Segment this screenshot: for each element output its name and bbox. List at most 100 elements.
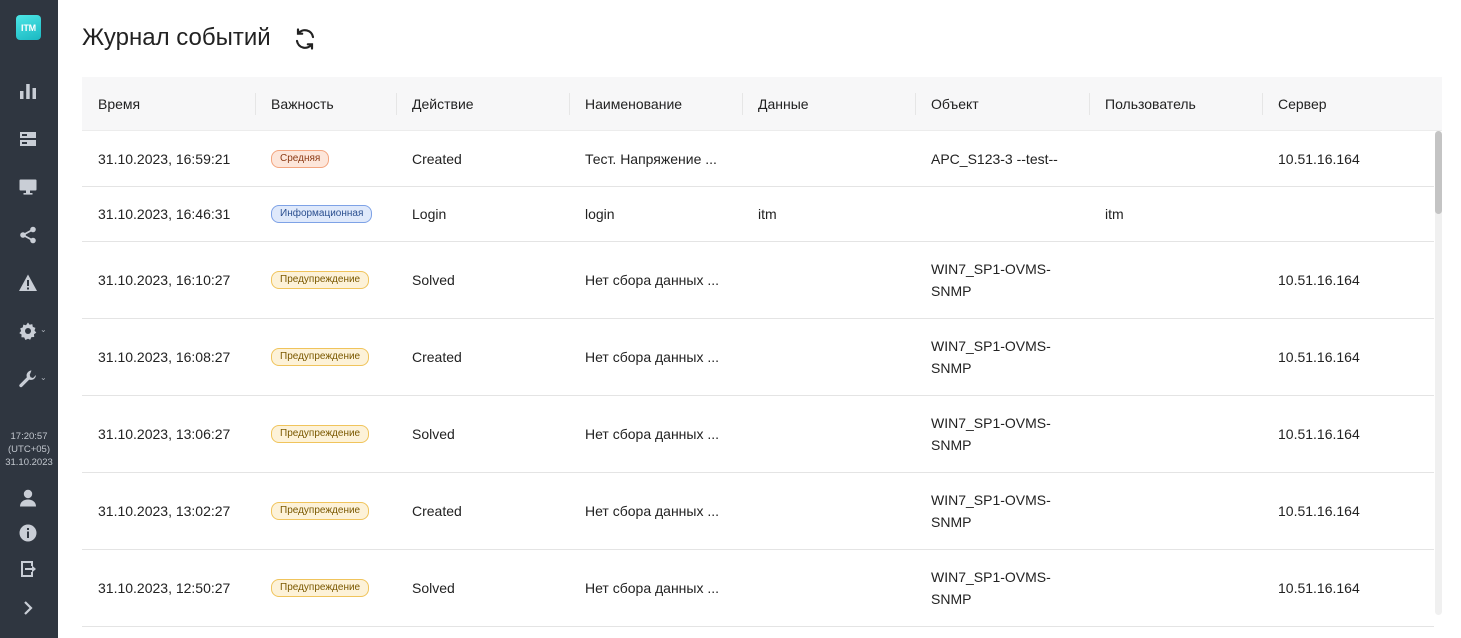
cell-server: 10.51.16.164 (1262, 473, 1434, 549)
scrollbar-thumb[interactable] (1435, 131, 1442, 214)
cell-name-text: Нет сбора данных ... (585, 272, 720, 288)
gear-caret-icon: ⌄ (40, 325, 47, 334)
cell-severity: Предупреждение (255, 550, 396, 626)
cell-action: Created (396, 473, 569, 549)
clock-timezone: (UTC+05) (8, 444, 50, 455)
cell-action-text: Created (412, 151, 462, 167)
cell-time-text: 31.10.2023, 13:02:27 (98, 503, 231, 519)
column-header-server[interactable]: Сервер (1262, 77, 1434, 131)
cell-name: Нет сбора данных ... (569, 319, 742, 395)
cell-data (742, 132, 915, 186)
cell-action-text: Created (412, 349, 462, 365)
column-header-severity[interactable]: Важность (255, 77, 396, 131)
warning-icon[interactable] (17, 272, 39, 294)
table-row[interactable]: 31.10.2023, 16:10:27 Предупреждение Solved… (82, 242, 1434, 319)
table-row[interactable]: 31.10.2023, 13:02:27 Предупреждение Create… (82, 473, 1434, 550)
app-logo[interactable]: ITM (16, 15, 41, 40)
cell-name: Нет сбора данных ... (569, 473, 742, 549)
table-row[interactable]: 31.10.2023, 16:46:31 Информационная Login l… (82, 187, 1434, 242)
cell-name: Нет сбора данных ... (569, 242, 742, 318)
cell-severity: Предупреждение (255, 242, 396, 318)
table-row[interactable]: 31.10.2023, 16:59:21 Средняя Created Тест. … (82, 132, 1434, 187)
wrench-icon[interactable] (17, 368, 39, 390)
cell-data (742, 319, 915, 395)
object-line-1: WIN7_SP1-OVMS- (931, 569, 1051, 585)
clock: 17:20:57 (UTC+05) 31.10.2023 (0, 430, 58, 469)
object-line-2: SNMP (931, 514, 972, 530)
object-line-1: WIN7_SP1-OVMS- (931, 415, 1051, 431)
cell-action: Login (396, 187, 569, 241)
cell-action-text: Solved (412, 426, 455, 442)
cell-server (1262, 187, 1434, 241)
object-line-2: SNMP (931, 437, 972, 453)
cell-server-text: 10.51.16.164 (1278, 580, 1360, 596)
cell-data (742, 473, 915, 549)
cell-user (1089, 319, 1262, 395)
cell-time: 31.10.2023, 16:59:21 (82, 132, 255, 186)
object-line-1: WIN7_SP1-OVMS- (931, 261, 1051, 277)
severity-badge: Предупреждение (271, 271, 370, 289)
share-icon[interactable] (17, 224, 39, 246)
column-header-time[interactable]: Время (82, 77, 255, 131)
expand-chevron-icon[interactable] (17, 597, 39, 619)
table-row[interactable]: 31.10.2023, 12:50:27 Предупреждение Solved… (82, 550, 1434, 627)
clock-time: 17:20:57 (10, 431, 48, 442)
cell-severity: Информационная (255, 187, 396, 241)
object-line-1: APC_S123-3 --test-- (931, 151, 1058, 167)
cell-user (1089, 242, 1262, 318)
cell-object: WIN7_SP1-OVMS- SNMP (915, 319, 1089, 395)
cell-severity: Предупреждение (255, 473, 396, 549)
cell-server-text: 10.51.16.164 (1278, 349, 1360, 365)
cell-action-text: Solved (412, 580, 455, 596)
logout-icon[interactable] (17, 558, 39, 580)
object-text: WIN7_SP1-OVMS- SNMP (931, 258, 1051, 302)
cell-time-text: 31.10.2023, 16:10:27 (98, 272, 231, 288)
column-header-user[interactable]: Пользователь (1089, 77, 1262, 131)
column-header-data[interactable]: Данные (742, 77, 915, 131)
cell-data (742, 242, 915, 318)
table-scrollbar[interactable] (1435, 131, 1442, 615)
table-row[interactable]: 31.10.2023, 13:06:27 Предупреждение Solved… (82, 396, 1434, 473)
object-text: WIN7_SP1-OVMS- SNMP (931, 412, 1051, 456)
monitor-icon[interactable] (17, 176, 39, 198)
cell-user-text: itm (1105, 206, 1124, 222)
cell-server: 10.51.16.164 (1262, 550, 1434, 626)
object-text: WIN7_SP1-OVMS- SNMP (931, 489, 1051, 533)
table-row[interactable]: 31.10.2023, 16:08:27 Предупреждение Create… (82, 319, 1434, 396)
gear-icon[interactable] (17, 320, 39, 342)
user-icon[interactable] (17, 487, 39, 509)
column-header-name[interactable]: Наименование (569, 77, 742, 131)
column-header-action[interactable]: Действие (396, 77, 569, 131)
object-line-2: SNMP (931, 283, 972, 299)
server-icon[interactable] (17, 128, 39, 150)
cell-name-text: Нет сбора данных ... (585, 349, 720, 365)
bar-chart-icon[interactable] (17, 80, 39, 102)
cell-user (1089, 132, 1262, 186)
cell-server: 10.51.16.164 (1262, 132, 1434, 186)
object-text: WIN7_SP1-OVMS- SNMP (931, 566, 1051, 610)
cell-action-text: Solved (412, 272, 455, 288)
cell-object: WIN7_SP1-OVMS- SNMP (915, 396, 1089, 472)
cell-server-text: 10.51.16.164 (1278, 503, 1360, 519)
cell-object: WIN7_SP1-OVMS- SNMP (915, 550, 1089, 626)
cell-time-text: 31.10.2023, 13:06:27 (98, 426, 231, 442)
cell-name: Нет сбора данных ... (569, 550, 742, 626)
cell-object: WIN7_SP1-OVMS- SNMP (915, 242, 1089, 318)
cell-action: Solved (396, 242, 569, 318)
severity-badge: Информационная (271, 205, 373, 223)
column-header-object[interactable]: Объект (915, 77, 1089, 131)
object-text: APC_S123-3 --test-- (931, 148, 1058, 170)
object-line-1: WIN7_SP1-OVMS- (931, 338, 1051, 354)
severity-badge: Предупреждение (271, 425, 370, 443)
cell-action: Created (396, 132, 569, 186)
object-line-2: SNMP (931, 591, 972, 607)
cell-severity: Средняя (255, 132, 396, 186)
cell-name-text: Тест. Напряжение ... (585, 151, 717, 167)
cell-data (742, 550, 915, 626)
cell-user: itm (1089, 187, 1262, 241)
severity-badge: Предупреждение (271, 348, 370, 366)
info-icon[interactable] (17, 522, 39, 544)
refresh-icon[interactable] (292, 26, 318, 52)
cell-action: Solved (396, 396, 569, 472)
cell-object: APC_S123-3 --test-- (915, 132, 1089, 186)
